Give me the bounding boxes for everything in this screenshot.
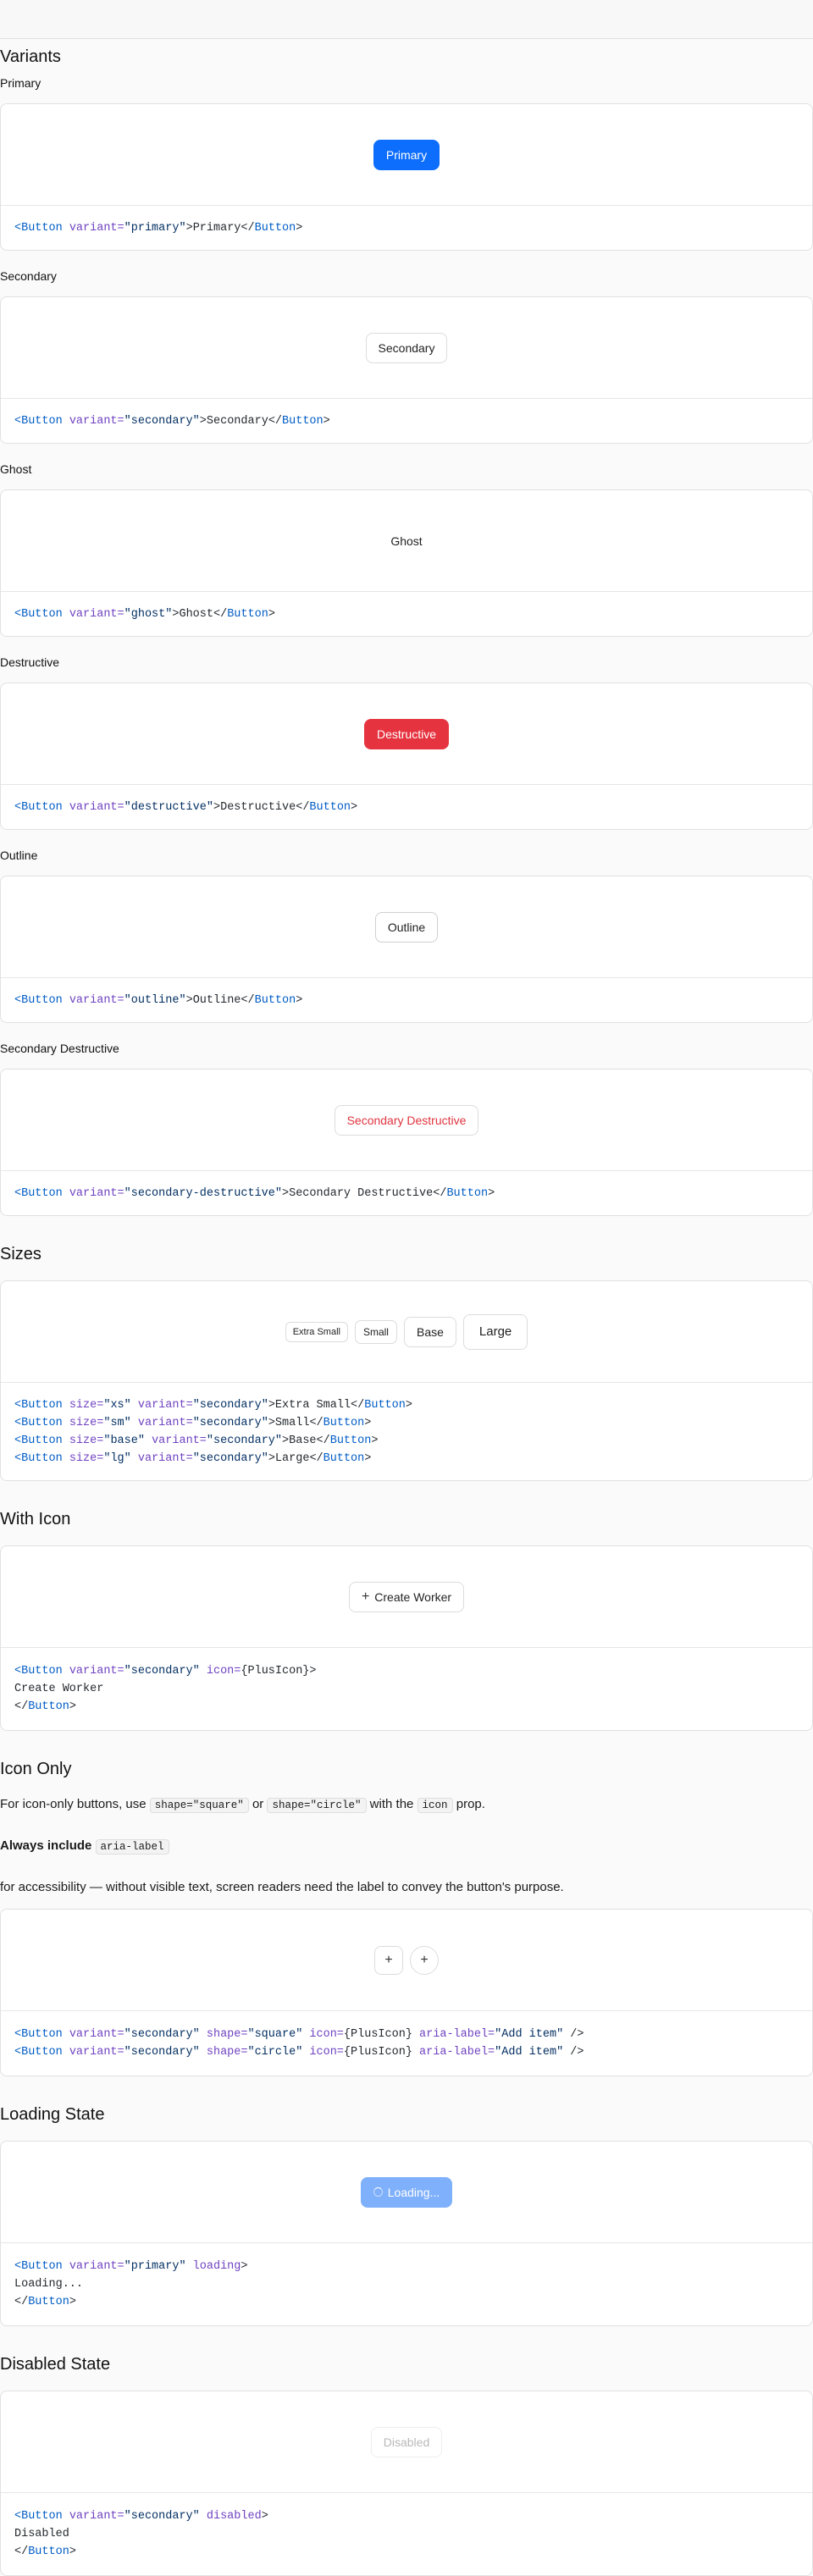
variant-label-secondary: Secondary [0,269,57,283]
preview-disabled: Disabled [1,2391,812,2493]
preview-outline: Outline [1,876,812,978]
icon-only-description: For icon-only buttons, use shape="square… [0,1797,485,1813]
demo-destructive: Destructive <Button variant="destructive… [0,683,813,830]
preview-primary: Primary [1,104,812,206]
section-title-disabled: Disabled State [0,2355,111,2374]
add-item-circle-button[interactable]: + [410,1945,439,1975]
code-primary: <Button variant="primary">Primary</Butto… [14,221,303,235]
extra-small-button[interactable]: Extra Small [285,1321,348,1342]
large-button[interactable]: Large [462,1313,528,1350]
section-title-icon-only: Icon Only [0,1760,72,1778]
demo-ghost: Ghost <Button variant="ghost">Ghost</But… [0,489,813,637]
small-button[interactable]: Small [354,1319,397,1344]
demo-sizes: Extra Small Small Base Large <Button siz… [0,1280,813,1481]
code-sizes: <Button size="xs" variant="secondary">Ex… [14,1398,412,1465]
preview-loading: Loading... [1,2142,812,2243]
code-outline: <Button variant="outline">Outline</Butto… [14,993,303,1007]
code-loading: <Button variant="primary" loading> Loadi… [14,2260,248,2308]
demo-disabled: Disabled <Button variant="secondary" dis… [0,2391,813,2576]
top-bar [0,0,813,39]
add-item-square-button[interactable]: + [374,1945,403,1975]
preview-destructive: Destructive [1,683,812,785]
demo-secondary-destructive: Secondary Destructive <Button variant="s… [0,1069,813,1216]
accessibility-note: for accessibility — without visible text… [0,1880,564,1894]
code-with-icon: <Button variant="secondary" icon={PlusIc… [14,1665,317,1713]
secondary-destructive-button[interactable]: Secondary Destructive [334,1104,479,1136]
ghost-button[interactable]: Ghost [378,526,434,556]
demo-primary: Primary <Button variant="primary">Primar… [0,103,813,251]
variant-label-secondary-destructive: Secondary Destructive [0,1042,119,1055]
primary-button[interactable]: Primary [373,139,440,170]
preview-secondary-destructive: Secondary Destructive [1,1070,812,1171]
page: Variants Primary Primary <Button variant… [0,39,813,2576]
plus-icon: + [384,1952,393,1967]
secondary-button[interactable]: Secondary [365,332,448,363]
variant-label-ghost: Ghost [0,462,32,476]
spinner-icon [373,2187,383,2197]
plus-icon: + [420,1952,429,1967]
section-title-sizes: Sizes [0,1245,41,1263]
plus-icon: + [361,1589,370,1604]
code-icon-only: <Button variant="secondary" shape="squar… [14,2028,584,2059]
section-title-loading: Loading State [0,2105,105,2124]
code-secondary: <Button variant="secondary">Secondary</B… [14,414,330,428]
variant-label-destructive: Destructive [0,655,60,669]
demo-icon-only: + + <Button variant="secondary" shape="s… [0,1909,813,2076]
destructive-button[interactable]: Destructive [363,718,450,749]
code-ghost: <Button variant="ghost">Ghost</Button> [14,607,275,621]
section-title-variants: Variants [0,47,61,66]
demo-outline: Outline <Button variant="outline">Outlin… [0,876,813,1023]
section-title-with-icon: With Icon [0,1510,71,1528]
outline-button[interactable]: Outline [374,911,439,943]
preview-icon-only: + + [1,1910,812,2011]
disabled-button: Disabled [370,2426,443,2457]
aria-label-note: Always include aria-label [0,1837,813,1856]
create-worker-label: Create Worker [374,1589,452,1604]
loading-button[interactable]: Loading... [360,2176,453,2208]
code-secondary-destructive: <Button variant="secondary-destructive">… [14,1186,495,1200]
variant-label-primary: Primary [0,76,41,90]
demo-secondary: Secondary <Button variant="secondary">Se… [0,296,813,444]
demo-loading: Loading... <Button variant="primary" loa… [0,2141,813,2326]
preview-secondary: Secondary [1,297,812,399]
demo-with-icon: + Create Worker <Button variant="seconda… [0,1545,813,1731]
preview-ghost: Ghost [1,490,812,592]
preview-with-icon: + Create Worker [1,1546,812,1648]
code-destructive: <Button variant="destructive">Destructiv… [14,800,358,814]
preview-sizes: Extra Small Small Base Large [1,1281,812,1383]
code-disabled: <Button variant="secondary" disabled> Di… [14,2510,268,2558]
variant-label-outline: Outline [0,849,38,862]
create-worker-button[interactable]: + Create Worker [348,1581,465,1612]
loading-label: Loading... [387,2185,440,2199]
base-button[interactable]: Base [403,1316,456,1347]
